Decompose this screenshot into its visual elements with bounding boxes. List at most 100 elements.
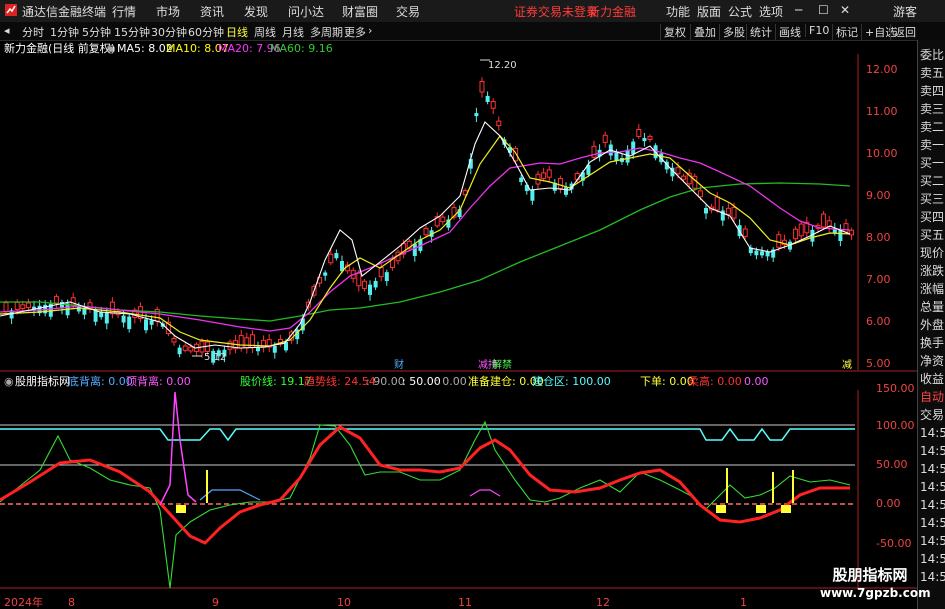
minimize-button[interactable]: ─ xyxy=(795,3,802,17)
tool-biaoji[interactable]: 标记 xyxy=(832,24,861,40)
candle-body xyxy=(760,251,764,256)
maximize-button[interactable]: ☐ xyxy=(818,3,829,17)
period-fenshi[interactable]: 分时 xyxy=(22,24,44,40)
menu-faxian[interactable]: 发现 xyxy=(244,3,268,20)
watermark-logo: 股朋指标网 www.7gpzb.com xyxy=(820,566,931,602)
tool-back[interactable]: 返回 xyxy=(890,24,919,40)
candle-body xyxy=(546,169,552,178)
candle-body xyxy=(636,129,642,137)
left-arrow-icon[interactable]: ◂ xyxy=(4,24,10,37)
period-60min[interactable]: 60分钟 xyxy=(188,24,224,40)
menu-hangqing[interactable]: 行情 xyxy=(112,3,136,20)
candle-body xyxy=(793,228,799,240)
period-1min[interactable]: 1分钟 xyxy=(50,24,79,40)
candle-body xyxy=(798,223,804,237)
xiadan-marker xyxy=(176,505,186,513)
candle-body xyxy=(821,213,827,228)
event-cai[interactable]: 财 xyxy=(394,358,404,371)
menu-caifuquan[interactable]: 财富圈 xyxy=(342,3,378,20)
dingbeili-line xyxy=(159,391,197,506)
indicator-toggle-icon[interactable]: ◉ xyxy=(4,375,14,388)
trade-login-notice[interactable]: 证券交易未登录 xyxy=(514,3,598,20)
label-earnings: 收益 xyxy=(920,372,945,386)
chevron-right-icon[interactable]: › xyxy=(368,24,372,37)
xiadan-marker xyxy=(781,505,791,513)
guest-label[interactable]: 游客 xyxy=(893,3,917,20)
period-multi[interactable]: 多周期 xyxy=(310,24,343,40)
ma60-label: MA60: 9.16 xyxy=(270,42,333,55)
candle-body xyxy=(754,250,759,256)
tick-time: 14:5 xyxy=(920,552,945,566)
period-weekly[interactable]: 周线 xyxy=(254,24,276,40)
menu-gongneng[interactable]: 功能 xyxy=(666,3,690,20)
candle-body xyxy=(474,113,479,117)
period-15min[interactable]: 15分钟 xyxy=(114,24,150,40)
label-netasset: 净资 xyxy=(920,354,945,368)
tool-tongji[interactable]: 统计 xyxy=(746,24,775,40)
candle-body xyxy=(681,175,687,180)
candle-body xyxy=(3,302,9,312)
event-jiejin[interactable]: 解禁 xyxy=(492,358,512,371)
tool-f10[interactable]: F10 xyxy=(805,24,832,37)
period-5min[interactable]: 5分钟 xyxy=(82,24,111,40)
event-jian[interactable]: 减 xyxy=(842,359,852,371)
date-label: 8 xyxy=(68,596,75,609)
jiancangqu-line xyxy=(0,427,855,442)
candle-body xyxy=(564,187,568,195)
ma10-line xyxy=(0,135,851,347)
candle-body xyxy=(182,345,188,351)
candle-body xyxy=(742,228,748,237)
menu-jiaoyi[interactable]: 交易 xyxy=(396,3,420,20)
date-axis: 2024年 8 9 10 11 12 1 xyxy=(4,595,747,609)
candle-body xyxy=(631,141,636,155)
trade-tab[interactable]: 交易 xyxy=(920,406,944,423)
ind-line90: : 90.00 xyxy=(366,375,405,388)
candle-body xyxy=(378,266,384,278)
candle-body xyxy=(328,253,334,264)
label-buy1: 买一 xyxy=(920,156,945,170)
stock-label: 新力金融(日线 前复权) xyxy=(4,41,115,55)
period-monthly[interactable]: 月线 xyxy=(282,24,304,40)
label-change: 涨跌 xyxy=(920,264,945,278)
menu-wenxiaoda[interactable]: 问小达 xyxy=(288,3,324,20)
label-sell4: 卖四 xyxy=(920,84,945,98)
period-30min[interactable]: 30分钟 xyxy=(151,24,187,40)
candle-body xyxy=(53,296,59,304)
ind-qushixian: 趋势线: 24.54 xyxy=(304,374,376,388)
candle-body xyxy=(323,272,328,276)
candle-body xyxy=(731,207,737,219)
candle-body xyxy=(530,189,535,201)
ma60-line xyxy=(0,182,851,322)
menu-gongshi[interactable]: 公式 xyxy=(728,3,752,20)
tool-duogu[interactable]: 多股 xyxy=(719,24,748,40)
ma-toggle-icon[interactable]: ◉ xyxy=(106,42,116,55)
candle-body xyxy=(642,137,647,142)
period-more[interactable]: 更多 xyxy=(344,24,366,40)
menu-shichang[interactable]: 市场 xyxy=(156,3,180,20)
candle-body xyxy=(602,134,608,143)
indicator-name: 股朋指标网 xyxy=(15,374,70,388)
candle-body xyxy=(725,207,731,215)
tool-fuquan[interactable]: 复权 xyxy=(660,24,689,40)
candle-body xyxy=(109,301,115,315)
menu-banmian[interactable]: 版面 xyxy=(697,3,721,20)
candlesticks xyxy=(3,77,855,365)
candle-body xyxy=(675,167,681,175)
tool-diejia[interactable]: 叠加 xyxy=(690,24,719,40)
label-buy5: 买五 xyxy=(920,228,945,242)
menu-xuanxiang[interactable]: 选项 xyxy=(759,3,783,20)
dibeili-line xyxy=(199,489,261,501)
candle-body xyxy=(776,234,782,248)
tick-time: 14:5 xyxy=(920,516,945,530)
quote-side-panel: 委比 卖五 卖四 卖三 卖二 卖一 买一 买二 买三 买四 买五 现价 涨跌 涨… xyxy=(917,40,945,609)
auto-trade-tab[interactable]: 自动 xyxy=(920,388,944,405)
menu-zixun[interactable]: 资讯 xyxy=(200,3,224,20)
close-button[interactable]: ✕ xyxy=(840,3,850,17)
candle-body xyxy=(238,334,244,349)
period-daily[interactable]: 日线 xyxy=(226,24,248,40)
tool-huaxian[interactable]: 画线 xyxy=(775,24,804,40)
app-logo-icon xyxy=(4,3,18,20)
label-turnover: 换手 xyxy=(920,336,945,350)
tick-time: 14:5 xyxy=(920,570,945,584)
label-sell2: 卖二 xyxy=(920,120,945,134)
